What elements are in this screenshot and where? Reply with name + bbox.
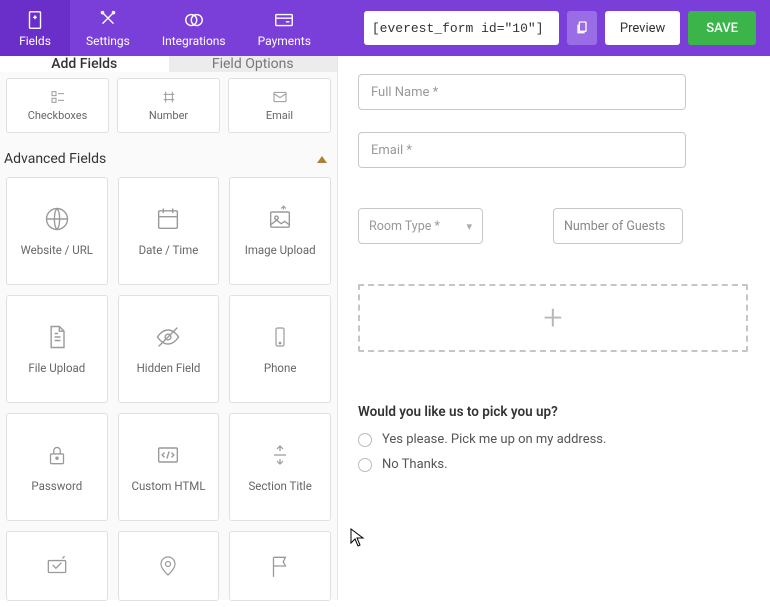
panel-tabs: Add Fields Field Options — [0, 56, 337, 72]
input-fullname-placeholder: Full Name * — [371, 85, 438, 100]
field-website-url-label: Website / URL — [21, 243, 93, 257]
radio-option-yes[interactable]: Yes please. Pick me up on my address. — [358, 432, 754, 447]
collapse-icon — [317, 156, 327, 163]
nav-payments-label: Payments — [258, 34, 311, 48]
input-fullname[interactable]: Full Name * — [358, 74, 686, 110]
nav-settings-label: Settings — [86, 34, 130, 48]
field-section-title[interactable]: Section Title — [229, 413, 331, 521]
radio-icon — [358, 458, 372, 472]
field-image-upload[interactable]: Image Upload — [229, 177, 331, 285]
top-navigation: Fields Settings Integrations Payments [e… — [0, 0, 770, 56]
radio-option-no[interactable]: No Thanks. — [358, 457, 754, 472]
field-hidden-field[interactable]: Hidden Field — [118, 295, 220, 403]
integrations-icon — [183, 9, 205, 31]
nav-integrations[interactable]: Integrations — [146, 0, 242, 56]
form-row-room-guests: Room Type * ▾ Number of Guests — [358, 208, 754, 244]
radio-yes-label: Yes please. Pick me up on my address. — [382, 432, 606, 447]
field-date-time-label: Date / Time — [139, 243, 199, 257]
field-email[interactable]: Email — [228, 78, 331, 133]
advanced-fields-header[interactable]: Advanced Fields — [0, 141, 337, 177]
advanced-fields-grid: Website / URL Date / Time Image Upload F… — [0, 177, 337, 607]
settings-icon — [97, 9, 119, 31]
basic-fields-row: Checkboxes Number Email — [0, 72, 337, 141]
field-number-label: Number — [149, 109, 188, 122]
field-extra-1[interactable] — [6, 531, 108, 601]
field-password[interactable]: Password — [6, 413, 108, 521]
preview-button[interactable]: Preview — [605, 11, 680, 45]
form-preview: Full Name * Email * Room Type * ▾ Number… — [338, 56, 770, 600]
field-phone[interactable]: Phone — [229, 295, 331, 403]
field-custom-html[interactable]: Custom HTML — [118, 413, 220, 521]
nav-settings[interactable]: Settings — [70, 0, 146, 56]
field-date-time[interactable]: Date / Time — [118, 177, 220, 285]
input-email[interactable]: Email * — [358, 132, 686, 168]
chevron-down-icon: ▾ — [466, 220, 472, 233]
field-password-label: Password — [31, 479, 82, 493]
field-checkboxes[interactable]: Checkboxes — [6, 78, 109, 133]
payments-icon — [273, 9, 295, 31]
copy-shortcode-button[interactable] — [567, 11, 597, 45]
field-number[interactable]: Number — [117, 78, 220, 133]
nav-fields[interactable]: Fields — [0, 0, 70, 56]
shortcode-display[interactable]: [everest_form id="10"] — [364, 11, 559, 45]
field-website-url[interactable]: Website / URL — [6, 177, 108, 285]
field-section-title-label: Section Title — [248, 479, 311, 493]
field-extra-2[interactable] — [118, 531, 220, 601]
select-room-type[interactable]: Room Type * ▾ — [358, 208, 483, 244]
radio-icon — [358, 433, 372, 447]
field-custom-html-label: Custom HTML — [131, 479, 205, 493]
tab-add-fields[interactable]: Add Fields — [0, 56, 169, 72]
tab-field-options[interactable]: Field Options — [169, 56, 338, 72]
field-phone-label: Phone — [264, 361, 297, 375]
field-dropzone[interactable]: + — [358, 284, 748, 352]
nav-integrations-label: Integrations — [162, 34, 226, 48]
input-email-placeholder: Email * — [371, 143, 412, 158]
radio-no-label: No Thanks. — [382, 457, 448, 472]
pickup-question: Would you like us to pick you up? — [358, 404, 754, 420]
field-image-upload-label: Image Upload — [245, 243, 316, 257]
field-file-upload[interactable]: File Upload — [6, 295, 108, 403]
nav-fields-label: Fields — [19, 34, 51, 48]
field-file-upload-label: File Upload — [28, 361, 85, 375]
field-email-label: Email — [266, 109, 293, 122]
plus-icon: + — [543, 301, 562, 335]
nav-payments[interactable]: Payments — [242, 0, 327, 56]
input-guests[interactable]: Number of Guests — [553, 208, 683, 244]
advanced-fields-title: Advanced Fields — [4, 151, 106, 167]
top-right-controls: [everest_form id="10"] Preview SAVE — [364, 0, 770, 56]
save-button[interactable]: SAVE — [688, 11, 756, 45]
input-guests-placeholder: Number of Guests — [564, 219, 665, 234]
left-panel: Add Fields Field Options Checkboxes Numb… — [0, 56, 338, 600]
field-extra-3[interactable] — [229, 531, 331, 601]
select-room-type-label: Room Type * — [369, 219, 440, 234]
fields-icon — [24, 9, 46, 31]
field-checkboxes-label: Checkboxes — [28, 109, 88, 122]
field-hidden-field-label: Hidden Field — [137, 361, 201, 375]
